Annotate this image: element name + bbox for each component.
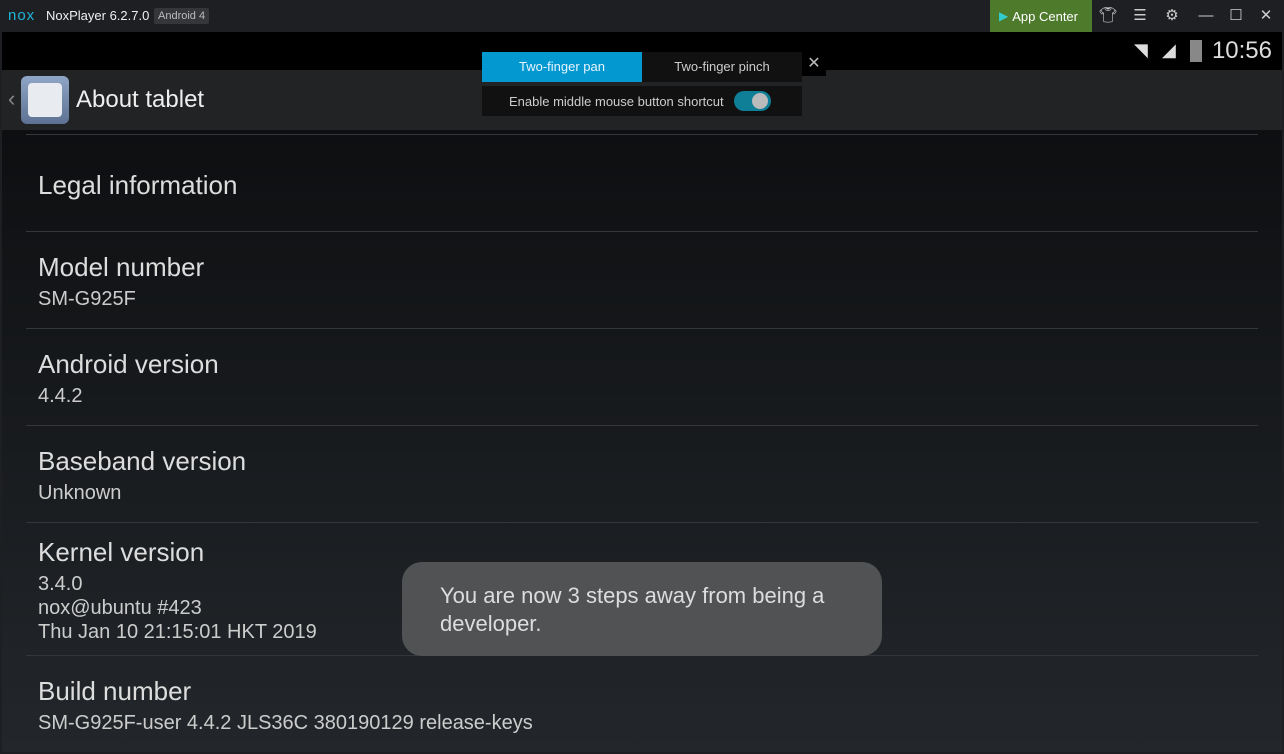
item-value: Unknown (38, 482, 122, 504)
skin-shirt-icon[interactable]: 👕︎ (1098, 6, 1118, 26)
list-item-legal-information[interactable]: Legal information (26, 134, 1258, 231)
menu-icon[interactable]: ☰ (1130, 6, 1150, 26)
back-chevron-icon[interactable]: ‹ (8, 86, 15, 112)
page-title: About tablet (76, 86, 205, 113)
signal-icon: ◢ (1162, 40, 1176, 60)
app-center-button[interactable]: ▶ App Center (990, 0, 1092, 32)
settings-app-icon[interactable] (21, 76, 69, 124)
middle-mouse-option: Enable middle mouse button shortcut (482, 86, 802, 116)
toast-message: You are now 3 steps away from being a de… (402, 562, 882, 656)
item-title: Android version (38, 349, 219, 379)
battery-charging-icon (1190, 40, 1202, 62)
wifi-icon: ◥ (1134, 40, 1148, 60)
gesture-tabs: Two-finger pan Two-finger pinch (482, 52, 802, 82)
app-title: NoxPlayer 6.2.7.0 (46, 8, 150, 23)
title-bar: nox NoxPlayer 6.2.7.0 Android 4 ▶ App Ce… (0, 0, 1284, 32)
middle-mouse-label: Enable middle mouse button shortcut (509, 93, 724, 109)
nox-logo: nox (8, 7, 36, 24)
android-version-badge: Android 4 (154, 8, 210, 24)
list-item-model-number[interactable]: Model number SM-G925F (26, 231, 1258, 328)
item-value: SM-G925F-user 4.4.2 JLS36C 380190129 rel… (38, 712, 533, 734)
tab-two-finger-pinch[interactable]: Two-finger pinch (642, 52, 802, 82)
item-title: Legal information (38, 170, 238, 200)
list-item-android-version[interactable]: Android version 4.4.2 (26, 328, 1258, 425)
list-item-baseband-version[interactable]: Baseband version Unknown (26, 425, 1258, 522)
minimize-icon[interactable]: — (1196, 6, 1216, 26)
item-value: SM-G925F (38, 288, 136, 310)
item-value: 4.4.2 (38, 385, 83, 407)
item-title: Baseband version (38, 446, 247, 476)
tab-two-finger-pan[interactable]: Two-finger pan (482, 52, 642, 82)
list-item-build-number[interactable]: Build number SM-G925F-user 4.4.2 JLS36C … (26, 655, 1258, 752)
popup-close-icon[interactable]: ✕ (802, 52, 826, 76)
app-center-label: App Center (1012, 8, 1078, 24)
item-title: Model number (38, 252, 205, 282)
play-store-icon: ▶ (999, 9, 1009, 23)
maximize-icon[interactable]: ☐ (1226, 6, 1246, 26)
item-title: Build number (38, 676, 192, 706)
settings-gear-icon[interactable]: ⚙ (1162, 6, 1182, 26)
middle-mouse-toggle[interactable] (733, 91, 771, 111)
close-icon[interactable]: ✕ (1256, 6, 1276, 26)
clock: 10:56 (1211, 37, 1272, 64)
